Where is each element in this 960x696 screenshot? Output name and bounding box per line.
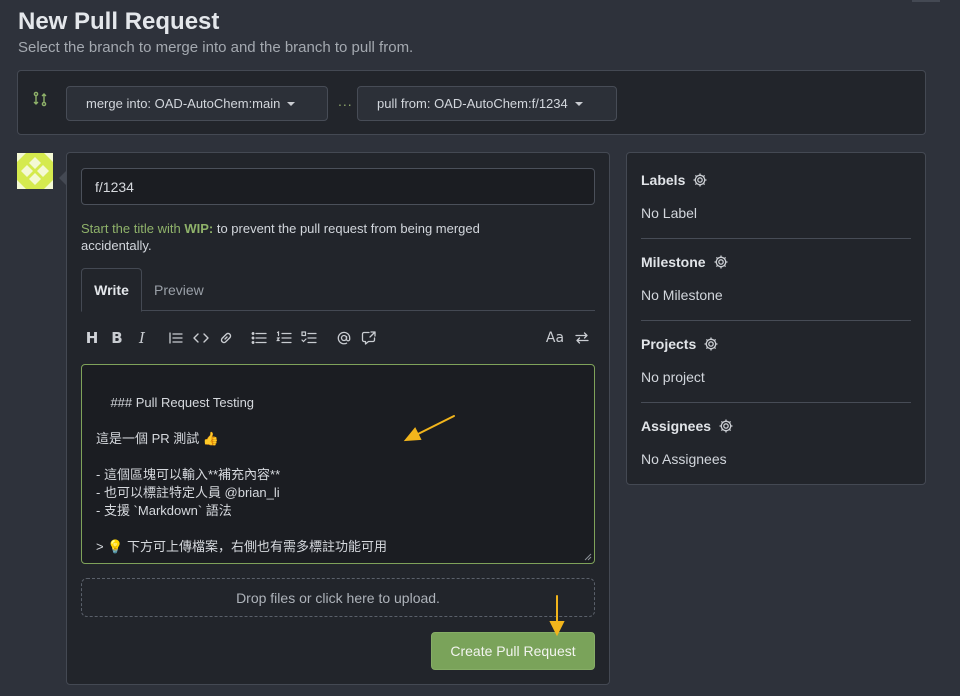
page-title: New Pull Request	[18, 8, 220, 35]
milestone-value: No Milestone	[641, 287, 723, 303]
branch-selector: merge into: OAD-AutoChem:main ... pull f…	[17, 70, 926, 135]
pr-sidebar: Labels No Label Milestone No Milestone P…	[626, 152, 926, 485]
labels-section: Labels No Label	[641, 170, 911, 221]
labels-heading: Labels	[641, 172, 686, 188]
pull-from-label: pull from: OAD-AutoChem:f/1234	[377, 96, 568, 111]
body-textarea[interactable]: ### Pull Request Testing 這是一個 PR 測試 👍 - …	[81, 364, 595, 564]
divider	[641, 402, 911, 403]
mention-icon[interactable]	[333, 325, 355, 351]
avatar	[17, 153, 53, 189]
create-pull-request-button[interactable]: Create Pull Request	[431, 632, 595, 670]
milestone-heading: Milestone	[641, 254, 706, 270]
bold-button[interactable]: B	[106, 325, 128, 351]
assignees-heading: Assignees	[641, 418, 712, 434]
switch-editor-icon[interactable]	[571, 325, 593, 351]
tab-preview[interactable]: Preview	[154, 268, 204, 311]
merge-into-label: merge into: OAD-AutoChem:main	[86, 96, 281, 111]
pull-from-dropdown[interactable]: pull from: OAD-AutoChem:f/1234	[357, 86, 617, 121]
markdown-toolbar: H B I Aa	[81, 325, 595, 351]
text-size-button[interactable]: Aa	[542, 325, 568, 351]
code-icon[interactable]	[190, 325, 212, 351]
cross-reference-icon[interactable]	[358, 325, 380, 351]
projects-section: Projects No project	[641, 334, 911, 385]
divider	[641, 320, 911, 321]
quote-icon[interactable]	[165, 325, 187, 351]
editor-tabs: Write Preview	[81, 268, 595, 312]
file-dropzone[interactable]: Drop files or click here to upload.	[81, 578, 595, 617]
labels-value: No Label	[641, 205, 698, 221]
branch-separator: ...	[338, 93, 353, 109]
numbered-list-icon[interactable]	[273, 325, 295, 351]
projects-heading: Projects	[641, 336, 697, 352]
gear-icon[interactable]	[718, 418, 734, 434]
divider	[641, 238, 911, 239]
merge-into-dropdown[interactable]: merge into: OAD-AutoChem:main	[66, 86, 328, 121]
milestone-section: Milestone No Milestone	[641, 252, 911, 303]
task-list-icon[interactable]	[298, 325, 320, 351]
window-edge	[912, 0, 940, 2]
projects-value: No project	[641, 369, 705, 385]
dropzone-label: Drop files or click here to upload.	[236, 589, 440, 606]
bullet-list-icon[interactable]	[248, 325, 270, 351]
caret-down-icon	[574, 101, 583, 106]
git-compare-icon	[32, 91, 48, 107]
body-text: ### Pull Request Testing 這是一個 PR 測試 👍 - …	[96, 395, 388, 554]
tab-write[interactable]: Write	[81, 268, 142, 312]
gear-icon[interactable]	[713, 254, 729, 270]
resize-grip-icon[interactable]	[584, 553, 592, 561]
wip-hint-prefix: Start the title with	[81, 221, 185, 236]
page-subtitle: Select the branch to merge into and the …	[18, 39, 414, 56]
heading-button[interactable]: H	[81, 325, 103, 351]
italic-button[interactable]: I	[131, 325, 153, 351]
link-icon[interactable]	[215, 325, 237, 351]
caret-down-icon	[287, 101, 296, 106]
wip-hint: Start the title with WIP: to prevent the…	[81, 220, 551, 254]
gear-icon[interactable]	[692, 172, 708, 188]
title-input[interactable]	[81, 168, 595, 205]
gear-icon[interactable]	[703, 336, 719, 352]
assignees-value: No Assignees	[641, 451, 727, 467]
pr-form: Start the title with WIP: to prevent the…	[66, 152, 610, 685]
wip-keyword: WIP:	[184, 221, 214, 236]
assignees-section: Assignees No Assignees	[641, 416, 911, 467]
